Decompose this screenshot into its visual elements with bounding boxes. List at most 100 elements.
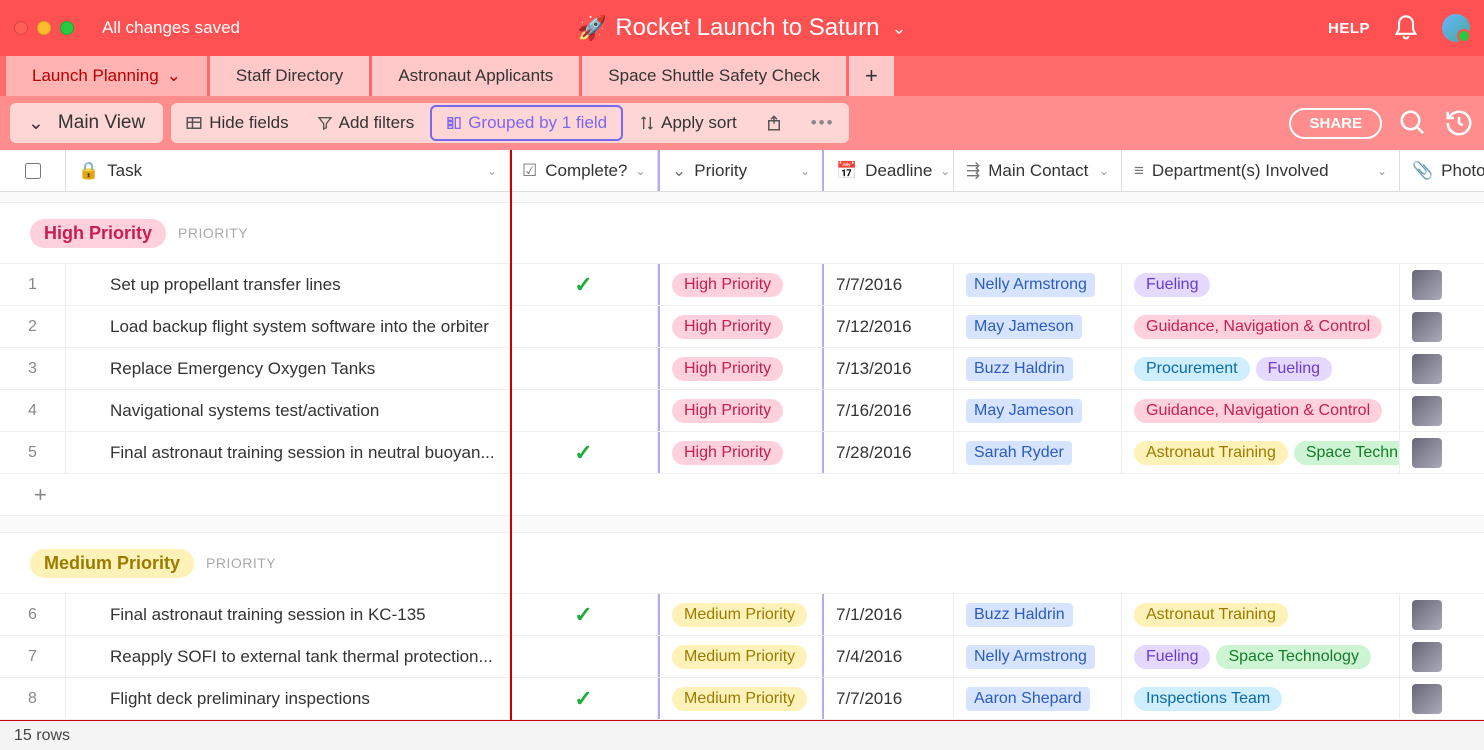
group-header[interactable]: High PriorityPRIORITY bbox=[0, 202, 1484, 264]
cell-photo[interactable] bbox=[1400, 306, 1484, 347]
table-row[interactable]: 8 Flight deck preliminary inspections ✓ … bbox=[0, 678, 1484, 720]
cell-priority[interactable]: Medium Priority bbox=[658, 636, 824, 677]
table-row[interactable]: 7 Reapply SOFI to external tank thermal … bbox=[0, 636, 1484, 678]
cell-priority[interactable]: High Priority bbox=[658, 306, 824, 347]
cell-task[interactable]: Replace Emergency Oxygen Tanks bbox=[66, 348, 510, 389]
history-button[interactable] bbox=[1444, 108, 1474, 138]
cell-photo[interactable] bbox=[1400, 348, 1484, 389]
add-filters-button[interactable]: Add filters bbox=[303, 103, 429, 143]
cell-deadline[interactable]: 7/28/2016 bbox=[824, 432, 954, 473]
share-button[interactable]: SHARE bbox=[1289, 108, 1382, 139]
cell-deadline[interactable]: 7/12/2016 bbox=[824, 306, 954, 347]
contact-tag: May Jameson bbox=[966, 315, 1082, 339]
cell-deadline[interactable]: 7/13/2016 bbox=[824, 348, 954, 389]
cell-departments[interactable]: Guidance, Navigation & Control bbox=[1122, 390, 1400, 431]
cell-contact[interactable]: May Jameson bbox=[954, 390, 1122, 431]
cell-contact[interactable]: Sarah Ryder bbox=[954, 432, 1122, 473]
cell-departments[interactable]: Guidance, Navigation & Control bbox=[1122, 306, 1400, 347]
cell-complete[interactable]: ✓ bbox=[510, 678, 658, 719]
cell-complete[interactable] bbox=[510, 390, 658, 431]
cell-priority[interactable]: Medium Priority bbox=[658, 678, 824, 719]
add-row-button[interactable]: + bbox=[0, 474, 1484, 516]
column-header-departments[interactable]: ≡ Department(s) Involved ⌄ bbox=[1122, 150, 1400, 191]
cell-deadline[interactable]: 7/7/2016 bbox=[824, 264, 954, 305]
cell-task[interactable]: Reapply SOFI to external tank thermal pr… bbox=[66, 636, 510, 677]
share-view-button[interactable] bbox=[751, 103, 797, 143]
group-button[interactable]: Grouped by 1 field bbox=[430, 105, 623, 141]
cell-deadline[interactable]: 7/1/2016 bbox=[824, 594, 954, 635]
cell-departments[interactable]: FuelingSpace Technology bbox=[1122, 636, 1400, 677]
cell-photo[interactable] bbox=[1400, 264, 1484, 305]
tab-space-shuttle-safety[interactable]: Space Shuttle Safety Check bbox=[582, 56, 846, 96]
sort-button[interactable]: Apply sort bbox=[625, 103, 751, 143]
cell-complete[interactable] bbox=[510, 636, 658, 677]
cell-priority[interactable]: Medium Priority bbox=[658, 594, 824, 635]
group-header[interactable]: Medium PriorityPRIORITY bbox=[0, 532, 1484, 594]
cell-deadline[interactable]: 7/16/2016 bbox=[824, 390, 954, 431]
cell-complete[interactable]: ✓ bbox=[510, 594, 658, 635]
column-header-task[interactable]: 🔒 Task ⌄ bbox=[66, 150, 510, 191]
cell-task[interactable]: Set up propellant transfer lines bbox=[66, 264, 510, 305]
cell-priority[interactable]: High Priority bbox=[658, 432, 824, 473]
cell-complete[interactable]: ✓ bbox=[510, 264, 658, 305]
column-header-priority[interactable]: ⌄ Priority ⌄ bbox=[658, 150, 824, 191]
help-link[interactable]: HELP bbox=[1328, 20, 1370, 37]
tab-launch-planning[interactable]: Launch Planning ⌄ bbox=[6, 56, 207, 96]
cell-task[interactable]: Flight deck preliminary inspections bbox=[66, 678, 510, 719]
cell-contact[interactable]: Nelly Armstrong bbox=[954, 264, 1122, 305]
table-row[interactable]: 1 Set up propellant transfer lines ✓ Hig… bbox=[0, 264, 1484, 306]
cell-task[interactable]: Navigational systems test/activation bbox=[66, 390, 510, 431]
cell-photo[interactable] bbox=[1400, 594, 1484, 635]
add-table-button[interactable]: + bbox=[849, 56, 894, 96]
base-title-dropdown[interactable]: 🚀 Rocket Launch to Saturn ⌄ bbox=[577, 14, 906, 43]
chevron-down-icon: ⌄ bbox=[28, 112, 44, 135]
notifications-button[interactable] bbox=[1392, 14, 1420, 42]
table-row[interactable]: 5 Final astronaut training session in ne… bbox=[0, 432, 1484, 474]
tab-staff-directory[interactable]: Staff Directory bbox=[210, 56, 369, 96]
cell-complete[interactable]: ✓ bbox=[510, 432, 658, 473]
table-row[interactable]: 3 Replace Emergency Oxygen Tanks High Pr… bbox=[0, 348, 1484, 390]
select-icon: ⌄ bbox=[672, 161, 686, 181]
column-header-deadline[interactable]: 📅 Deadline ⌄ bbox=[824, 150, 954, 191]
cell-photo[interactable] bbox=[1400, 678, 1484, 719]
cell-departments[interactable]: Astronaut TrainingSpace Techn bbox=[1122, 432, 1400, 473]
column-header-photo[interactable]: 📎 Photo( bbox=[1400, 150, 1484, 191]
cell-contact[interactable]: Aaron Shepard bbox=[954, 678, 1122, 719]
cell-photo[interactable] bbox=[1400, 432, 1484, 473]
hide-fields-button[interactable]: Hide fields bbox=[171, 103, 302, 143]
cell-departments[interactable]: Inspections Team bbox=[1122, 678, 1400, 719]
cell-task[interactable]: Final astronaut training session in neut… bbox=[66, 432, 510, 473]
table-row[interactable]: 2 Load backup flight system software int… bbox=[0, 306, 1484, 348]
cell-contact[interactable]: Nelly Armstrong bbox=[954, 636, 1122, 677]
tab-astronaut-applicants[interactable]: Astronaut Applicants bbox=[372, 56, 579, 96]
table-row[interactable]: 6 Final astronaut training session in KC… bbox=[0, 594, 1484, 636]
cell-priority[interactable]: High Priority bbox=[658, 264, 824, 305]
cell-contact[interactable]: Buzz Haldrin bbox=[954, 348, 1122, 389]
cell-deadline[interactable]: 7/7/2016 bbox=[824, 678, 954, 719]
cell-complete[interactable] bbox=[510, 306, 658, 347]
cell-task[interactable]: Final astronaut training session in KC-1… bbox=[66, 594, 510, 635]
more-options-button[interactable]: ••• bbox=[797, 103, 849, 143]
cell-deadline[interactable]: 7/4/2016 bbox=[824, 636, 954, 677]
cell-priority[interactable]: High Priority bbox=[658, 390, 824, 431]
column-header-main-contact[interactable]: ⇶ Main Contact ⌄ bbox=[954, 150, 1122, 191]
cell-contact[interactable]: Buzz Haldrin bbox=[954, 594, 1122, 635]
cell-departments[interactable]: Fueling bbox=[1122, 264, 1400, 305]
select-all-checkbox[interactable] bbox=[0, 150, 66, 191]
cell-photo[interactable] bbox=[1400, 390, 1484, 431]
cell-contact[interactable]: May Jameson bbox=[954, 306, 1122, 347]
table-row[interactable]: 4 Navigational systems test/activation H… bbox=[0, 390, 1484, 432]
minimize-window-button[interactable] bbox=[37, 21, 51, 35]
cell-task[interactable]: Load backup flight system software into … bbox=[66, 306, 510, 347]
cell-priority[interactable]: High Priority bbox=[658, 348, 824, 389]
close-window-button[interactable] bbox=[14, 21, 28, 35]
view-switcher[interactable]: ⌄ Main View bbox=[10, 103, 163, 143]
cell-complete[interactable] bbox=[510, 348, 658, 389]
cell-photo[interactable] bbox=[1400, 636, 1484, 677]
cell-departments[interactable]: Astronaut Training bbox=[1122, 594, 1400, 635]
search-button[interactable] bbox=[1398, 108, 1428, 138]
user-avatar[interactable] bbox=[1442, 14, 1470, 42]
zoom-window-button[interactable] bbox=[60, 21, 74, 35]
cell-departments[interactable]: ProcurementFueling bbox=[1122, 348, 1400, 389]
column-header-complete[interactable]: ☑ Complete? ⌄ bbox=[510, 150, 658, 191]
